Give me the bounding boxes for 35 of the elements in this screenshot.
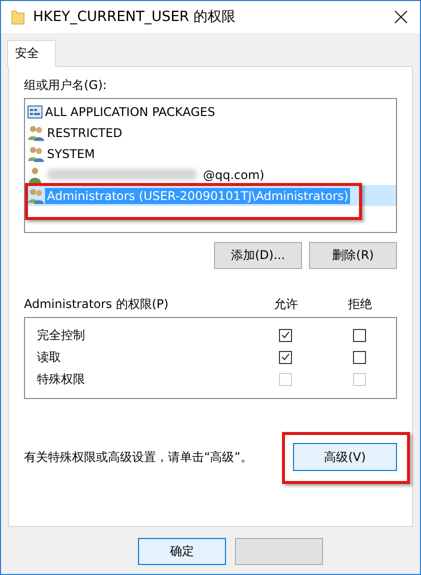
item-label: RESTRICTED <box>46 124 124 140</box>
close-icon <box>394 10 408 24</box>
checkbox[interactable] <box>352 350 366 364</box>
list-label: 组或用户名(G): <box>24 77 108 94</box>
item-label: ALL APPLICATION PACKAGES <box>44 104 216 120</box>
user-icon <box>27 166 43 182</box>
checkbox[interactable] <box>278 328 292 342</box>
permission-name: 特殊权限 <box>37 370 86 388</box>
users-icon <box>27 124 45 140</box>
permission-name: 读取 <box>37 348 62 366</box>
permission-name: 完全控制 <box>37 326 86 344</box>
list-item[interactable]: SYSTEM <box>27 143 396 164</box>
column-header: 允许 <box>273 296 299 313</box>
checkbox[interactable] <box>352 328 366 342</box>
tab[interactable]: 安全 <box>7 40 56 67</box>
users-icon <box>27 188 45 204</box>
item-label: @qq.com) <box>202 166 266 182</box>
column-header: 拒绝 <box>347 296 373 313</box>
hint-text: 有关特殊权限或高级设置，请单击“高级”。 <box>24 448 252 466</box>
checkbox[interactable] <box>278 350 292 364</box>
permissions-label: Administrators 的权限(P) <box>24 296 170 313</box>
item-label: SYSTEM <box>46 146 96 162</box>
dialog-button[interactable]: 添加(D)... <box>214 242 302 269</box>
dialog-button[interactable]: 删除(R) <box>309 242 397 269</box>
users-icon <box>27 146 45 162</box>
list-item[interactable]: ALL APPLICATION PACKAGES <box>27 101 396 122</box>
ok-button[interactable]: 确定 <box>138 538 226 565</box>
folder-icon <box>11 9 25 25</box>
advanced-button[interactable]: 高级(V) <box>293 443 397 471</box>
window-title: HKEY_CURRENT_USER 的权限 <box>33 8 237 26</box>
item-label: Administrators (USER-20090101TJ\Administrators) <box>45 188 350 204</box>
list-item[interactable]: @qq.com) <box>27 164 396 185</box>
package-icon <box>27 104 43 120</box>
list-item[interactable]: RESTRICTED <box>27 122 396 143</box>
group-list[interactable]: ALL APPLICATION PACKAGES RESTRICTED SYSTEM @qq.com) Administrators (USER-20090101TJ\Administrators) <box>24 98 397 233</box>
